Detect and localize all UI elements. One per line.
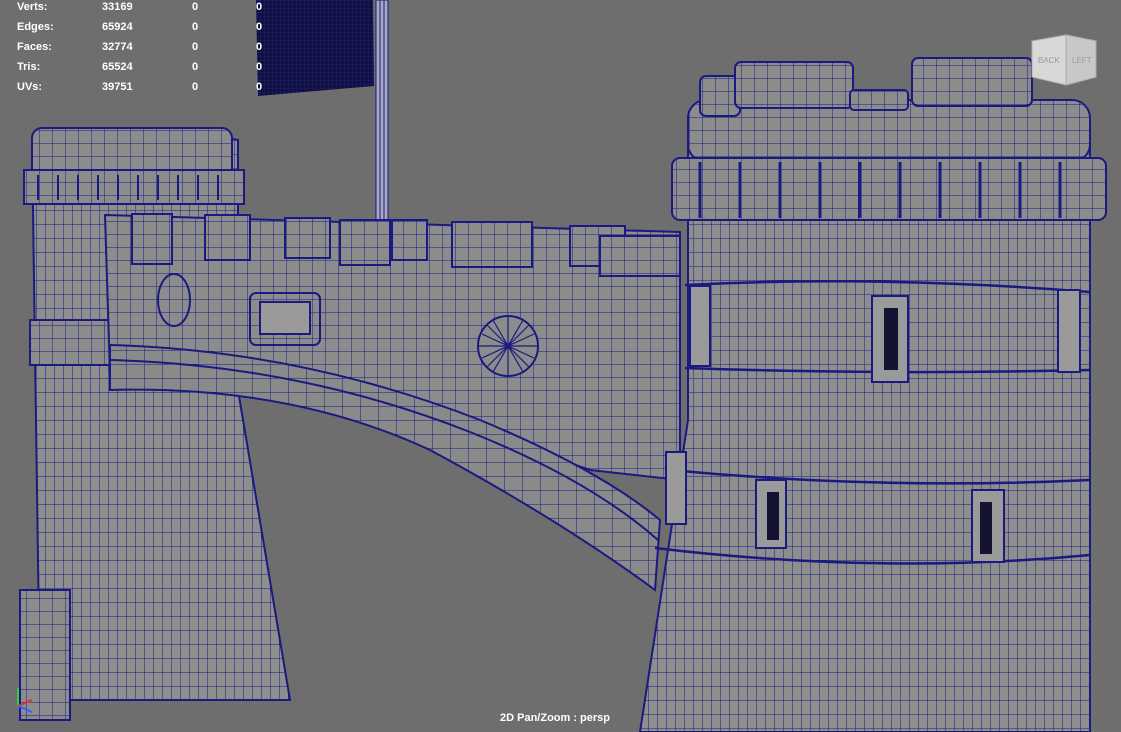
hud-value: 0 xyxy=(256,21,263,33)
hud-value: 0 xyxy=(256,81,263,93)
hud-value: 0 xyxy=(256,1,263,13)
hud-row-faces: Faces: 32774 0 0 xyxy=(0,41,300,55)
hud-label: Verts: xyxy=(17,1,48,13)
hud-value: 32774 xyxy=(102,41,133,53)
castle-wireframe-model xyxy=(19,0,1107,732)
hud-row-edges: Edges: 65924 0 0 xyxy=(0,21,300,35)
hud-value: 0 xyxy=(192,81,199,93)
hud-label: Faces: xyxy=(17,41,52,53)
hud-value: 0 xyxy=(192,41,199,53)
hud-row-verts: Verts: 33169 0 0 xyxy=(0,1,300,15)
hud-value: 0 xyxy=(256,61,263,73)
hud-value: 0 xyxy=(192,21,199,33)
hud-value: 65924 xyxy=(102,21,133,33)
hud-label: Tris: xyxy=(17,61,41,73)
hud-value: 65524 xyxy=(102,61,133,73)
hud-value: 0 xyxy=(256,41,263,53)
hud-value: 0 xyxy=(192,61,199,73)
hud-row-uvs: UVs: 39751 0 0 xyxy=(0,81,300,95)
view-cube[interactable]: BACK LEFT xyxy=(1030,33,1098,91)
flag-pole xyxy=(375,0,389,226)
right-tower-battlements xyxy=(671,157,1107,221)
hud-label: Edges: xyxy=(17,21,54,33)
wall-emblem-right xyxy=(477,315,539,377)
hud-label: UVs: xyxy=(17,81,43,93)
hud-value: 0 xyxy=(192,1,199,13)
hud-row-tris: Tris: 65524 0 0 xyxy=(0,61,300,75)
camera-mode-label: 2D Pan/Zoom : persp xyxy=(500,712,611,724)
3d-viewport[interactable]: Verts: 33169 0 0 Edges: 65924 0 0 Faces:… xyxy=(0,0,1121,732)
hud-value: 33169 xyxy=(102,1,133,13)
hud-value: 39751 xyxy=(102,81,133,93)
viewcube-back-face[interactable]: BACK xyxy=(1038,56,1060,65)
axis-gizmo-icon xyxy=(17,688,33,713)
wall-emblem-left xyxy=(157,273,191,327)
viewcube-left-face[interactable]: LEFT xyxy=(1072,56,1092,65)
